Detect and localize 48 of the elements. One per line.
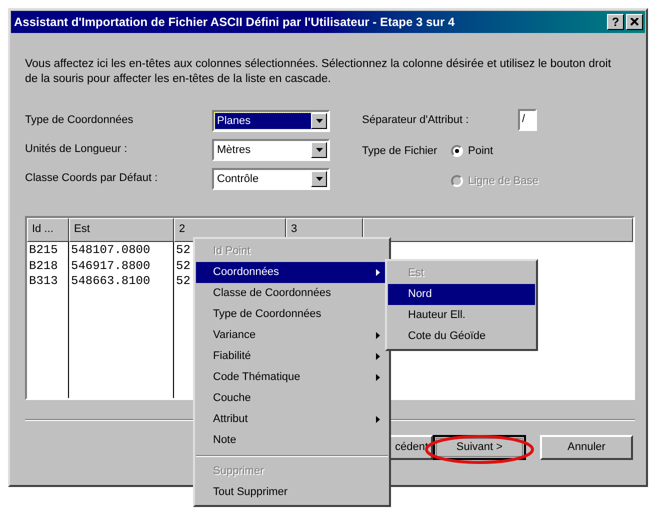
submenu-arrow-icon [376, 353, 380, 360]
menu-item[interactable]: Cote du Géoïde [388, 326, 535, 347]
menu-item[interactable]: Fiabilité [196, 346, 388, 367]
menu-item[interactable]: Code Thématique [196, 367, 388, 388]
table-cell-text: 546917.8800 [70, 258, 152, 274]
field-label: Classe Coords par Défaut : [25, 171, 159, 186]
table-cell-text: 52 [175, 258, 192, 274]
menu-item[interactable]: Attribut [196, 409, 388, 430]
column-header[interactable]: Id ... [27, 218, 69, 242]
close-icon [630, 18, 639, 26]
menu-item[interactable]: Type de Coordonnées [196, 304, 388, 325]
menu-item[interactable]: Variance [196, 325, 388, 346]
radio-label: Ligne de Base [468, 174, 538, 189]
table-cell-text: B313 [28, 274, 59, 290]
radio-button[interactable] [451, 145, 463, 157]
table-cell-text: 52 [175, 274, 192, 290]
menu-item[interactable]: Coordonnées [196, 262, 388, 283]
window-title: Assistant d'Importation de Fichier ASCII Défini par l'Utilisateur - Etape 3 sur 4 [14, 14, 455, 31]
submenu-arrow-icon [376, 374, 380, 381]
help-button[interactable]: ? [607, 14, 624, 30]
field-label: Type de Fichier [362, 144, 438, 159]
column-header[interactable]: Est [69, 218, 174, 242]
field-label: Séparateur d'Attribut : [362, 112, 470, 128]
menu-item[interactable]: Classe de Coordonnées [196, 283, 388, 304]
radio-label: Point [468, 144, 494, 159]
menu-item[interactable]: Note [196, 430, 388, 451]
dropdown-field[interactable]: Planes [212, 110, 330, 132]
submenu-arrow-icon [376, 269, 380, 276]
submenu-arrow-icon [376, 332, 380, 339]
submenu-arrow-icon [376, 416, 380, 423]
table-cell-text: 548663.8100 [70, 274, 152, 290]
separator-field[interactable]: / [518, 109, 537, 131]
table-cell-text: B218 [28, 258, 59, 274]
dropdown-field[interactable]: Mètres [212, 138, 330, 160]
table-cell-text: B215 [28, 243, 59, 258]
instruction-text: Vous affectez ici les en-têtes aux colonnes sélectionnées. Sélectionnez la colonne désirée et utilisez le bouton droit de la souris pour affecter les en-têtes de la liste en cascade. [25, 57, 612, 87]
menu-item[interactable]: Nord [388, 284, 535, 305]
dropdown-field[interactable]: Contrôle [212, 168, 330, 190]
wizard-button[interactable]: Annuler [540, 435, 633, 460]
table-cell-text: 548107.0800 [70, 243, 152, 258]
menu-item[interactable]: Couche [196, 388, 388, 409]
table-cell-text: 52 [175, 243, 192, 258]
column-header[interactable] [363, 218, 633, 242]
menu-item[interactable]: Hauteur Ell. [388, 305, 535, 326]
field-label: Type de Coordonnées [25, 113, 134, 128]
field-label: Unités de Longueur : [25, 142, 128, 158]
menu-item[interactable]: Tout Supprimer [196, 482, 388, 503]
close-button[interactable] [626, 14, 643, 30]
